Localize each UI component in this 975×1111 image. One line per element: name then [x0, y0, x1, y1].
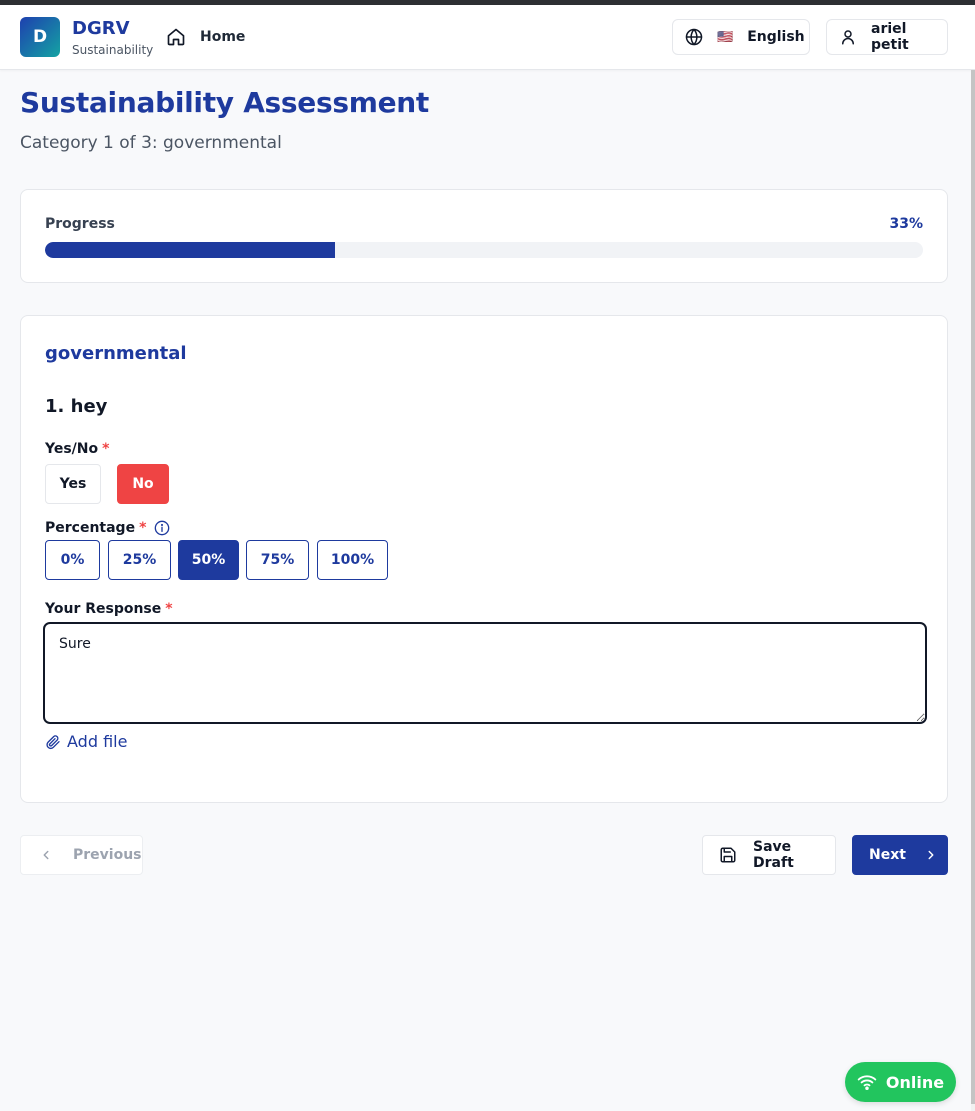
wifi-icon — [857, 1073, 877, 1091]
globe-icon — [685, 28, 703, 46]
chevron-right-icon — [924, 848, 938, 862]
percentage-option-75[interactable]: 75% — [246, 540, 309, 580]
yes-no-label-text: Yes/No — [45, 441, 99, 457]
yes-no-label: Yes/No * — [45, 441, 109, 457]
user-name: ariel petit — [871, 21, 909, 53]
add-file-link[interactable]: Add file — [45, 732, 127, 751]
previous-button[interactable]: Previous — [20, 835, 143, 875]
language-selector[interactable]: 🇺🇸 English — [672, 19, 810, 55]
previous-label: Previous — [73, 847, 142, 863]
percentage-option-25[interactable]: 25% — [108, 540, 171, 580]
progress-value: 33% — [889, 216, 923, 232]
progress-bar-fill — [45, 242, 335, 258]
percentage-label-text: Percentage — [45, 520, 136, 536]
question-title: 1. hey — [45, 396, 108, 417]
progress-bar — [45, 242, 923, 258]
user-menu-button[interactable]: ariel petit — [826, 19, 948, 55]
home-link[interactable]: Home — [166, 25, 245, 49]
response-label-text: Your Response — [45, 601, 162, 617]
response-textarea[interactable] — [43, 622, 927, 724]
online-status-badge: Online — [845, 1062, 956, 1102]
question-card: governmental 1. hey Yes/No * Yes No Perc… — [20, 315, 948, 803]
scrollbar-thumb[interactable] — [971, 70, 975, 1104]
save-icon — [719, 846, 737, 864]
brand-subtitle: Sustainability — [72, 43, 154, 57]
chevron-left-icon — [39, 848, 53, 862]
progress-label: Progress — [45, 216, 115, 232]
save-draft-label: Save Draft — [753, 839, 794, 871]
save-draft-button[interactable]: Save Draft — [702, 835, 836, 875]
required-mark: * — [165, 601, 173, 617]
required-mark: * — [139, 520, 147, 536]
page-subtitle: Category 1 of 3: governmental — [20, 133, 282, 153]
required-mark: * — [102, 441, 110, 457]
info-icon[interactable] — [154, 520, 170, 536]
add-file-label: Add file — [67, 732, 128, 751]
next-button[interactable]: Next — [852, 835, 948, 875]
online-label: Online — [885, 1072, 945, 1092]
percentage-label: Percentage * — [45, 520, 170, 536]
category-title: governmental — [45, 343, 187, 364]
brand-name: DGRV — [72, 18, 130, 39]
home-icon — [166, 27, 186, 47]
user-icon — [839, 28, 857, 46]
language-label: English — [747, 29, 805, 45]
us-flag-icon: 🇺🇸 — [717, 29, 734, 45]
percentage-option-50[interactable]: 50% — [178, 540, 239, 580]
percentage-option-0[interactable]: 0% — [45, 540, 100, 580]
home-label: Home — [200, 29, 246, 45]
page-title: Sustainability Assessment — [20, 86, 430, 119]
app-header: D DGRV Sustainability Home 🇺🇸 English ar… — [0, 5, 975, 70]
logo[interactable]: D — [20, 17, 60, 57]
paperclip-icon — [45, 734, 61, 750]
response-label: Your Response * — [45, 601, 173, 617]
no-button[interactable]: No — [117, 464, 169, 504]
progress-card: Progress 33% — [20, 189, 948, 283]
next-label: Next — [869, 847, 906, 863]
yes-button[interactable]: Yes — [45, 464, 101, 504]
percentage-option-100[interactable]: 100% — [317, 540, 388, 580]
